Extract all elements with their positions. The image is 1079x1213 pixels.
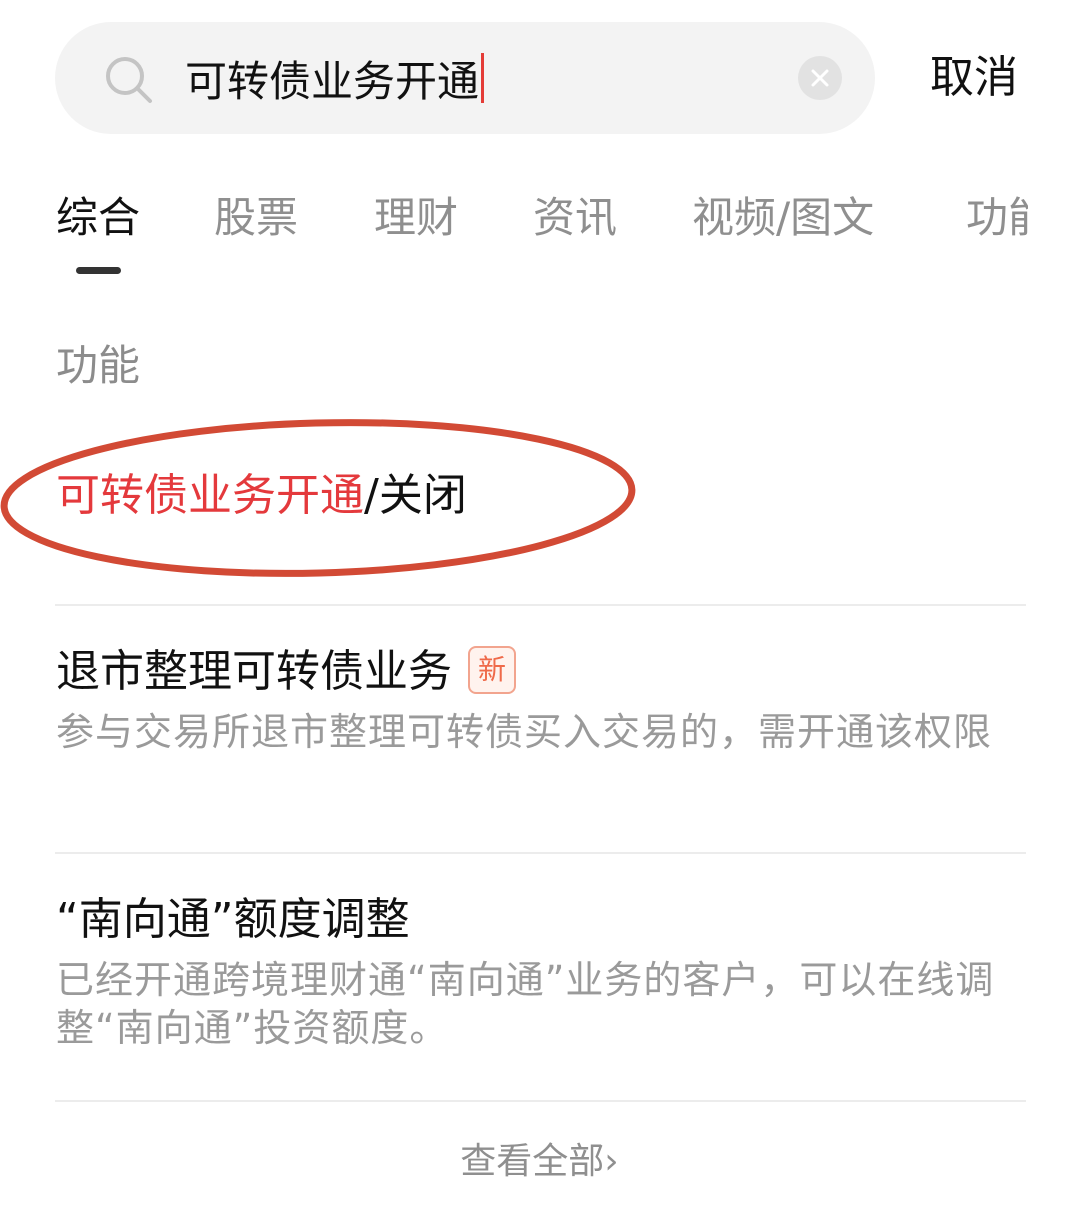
cancel-button[interactable]: 取消 bbox=[930, 46, 1018, 110]
search-query-text: 可转债业务开通 bbox=[185, 56, 480, 106]
clear-icon[interactable] bbox=[798, 56, 842, 100]
search-input[interactable]: 可转债业务开通 bbox=[185, 46, 485, 110]
search-bar[interactable]: 可转债业务开通 bbox=[55, 22, 875, 134]
new-badge: 新 bbox=[468, 646, 516, 694]
section-title-functions: 功能 bbox=[56, 341, 141, 390]
function-result-convertible-bond[interactable]: 可转债业务开通/关闭 bbox=[56, 466, 467, 526]
category-tabs: 综合 股票 理财 资讯 视频/图文 功能 bbox=[0, 190, 1028, 290]
search-icon bbox=[106, 57, 152, 103]
divider bbox=[55, 852, 1026, 854]
result-title-text: 退市整理可转债业务 bbox=[56, 646, 452, 697]
tab-stocks[interactable]: 股票 bbox=[214, 190, 298, 246]
tab-video-article[interactable]: 视频/图文 bbox=[692, 190, 874, 246]
divider bbox=[55, 1100, 1026, 1102]
result-title-southbound-quota[interactable]: “南向通”额度调整 bbox=[56, 890, 410, 950]
result-description: 已经开通跨境理财通“南向通”业务的客户，可以在线调整“南向通”投资额度。 bbox=[56, 958, 995, 1050]
tab-news[interactable]: 资讯 bbox=[533, 190, 617, 246]
result-description: 参与交易所退市整理可转债买入交易的，需开通该权限 bbox=[56, 710, 993, 754]
active-tab-indicator bbox=[76, 267, 121, 274]
tab-comprehensive[interactable]: 综合 bbox=[56, 190, 140, 246]
tab-wealth[interactable]: 理财 bbox=[374, 190, 458, 246]
chevron-right-icon: › bbox=[604, 1141, 619, 1182]
result-highlight-text: 可转债业务开通 bbox=[56, 470, 364, 521]
result-title-delisting-bond[interactable]: 退市整理可转债业务新 bbox=[56, 642, 516, 702]
view-all-label: 查看全部 bbox=[460, 1141, 605, 1182]
divider bbox=[55, 604, 1026, 606]
tab-functions[interactable]: 功能 bbox=[966, 190, 1028, 246]
result-suffix-text: /关闭 bbox=[364, 470, 467, 521]
text-caret bbox=[481, 53, 485, 103]
view-all-link[interactable]: 查看全部› bbox=[0, 1136, 1079, 1188]
